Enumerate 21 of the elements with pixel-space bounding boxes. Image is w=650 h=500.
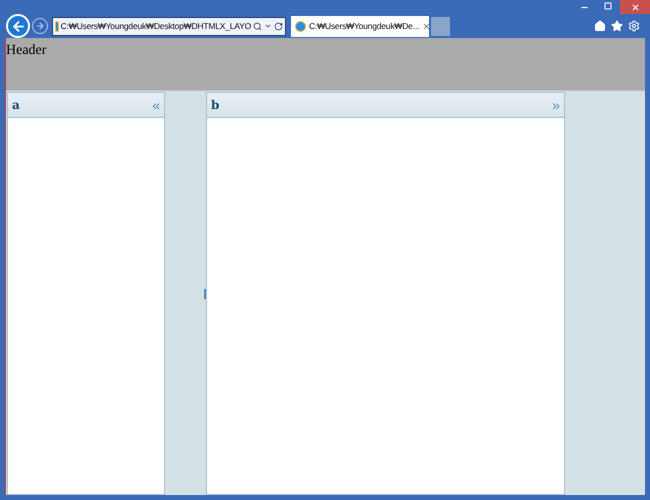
address-text: C:₩Users₩Youngdeuk₩Desktop₩DHTMLX_LAYO	[60, 20, 251, 32]
refresh-icon[interactable]	[274, 22, 283, 30]
dropdown-icon[interactable]	[264, 22, 272, 30]
settings-icon[interactable]	[628, 20, 640, 32]
maximize-icon	[604, 2, 612, 10]
resize-handle[interactable]	[204, 288, 206, 298]
close-icon[interactable]	[422, 22, 432, 30]
star-icon[interactable]	[611, 20, 623, 32]
forward-arrow-icon	[35, 21, 45, 31]
address-bar[interactable]: C:₩Users₩Youngdeuk₩Desktop₩DHTMLX_LAYO	[52, 16, 286, 36]
forward-button[interactable]	[32, 18, 48, 34]
search-icon[interactable]	[253, 22, 262, 30]
cell-title: a	[12, 97, 20, 114]
close-button[interactable]	[620, 0, 650, 14]
cell-title: b	[211, 97, 220, 114]
back-button[interactable]	[6, 14, 30, 38]
browser-tab[interactable]: C:₩Users₩Youngdeuk₩De...	[291, 16, 429, 36]
home-icon[interactable]	[594, 20, 606, 32]
header-text: Header	[6, 43, 46, 58]
tab-title: C:₩Users₩Youngdeuk₩De...	[309, 20, 420, 32]
close-icon	[630, 2, 640, 12]
